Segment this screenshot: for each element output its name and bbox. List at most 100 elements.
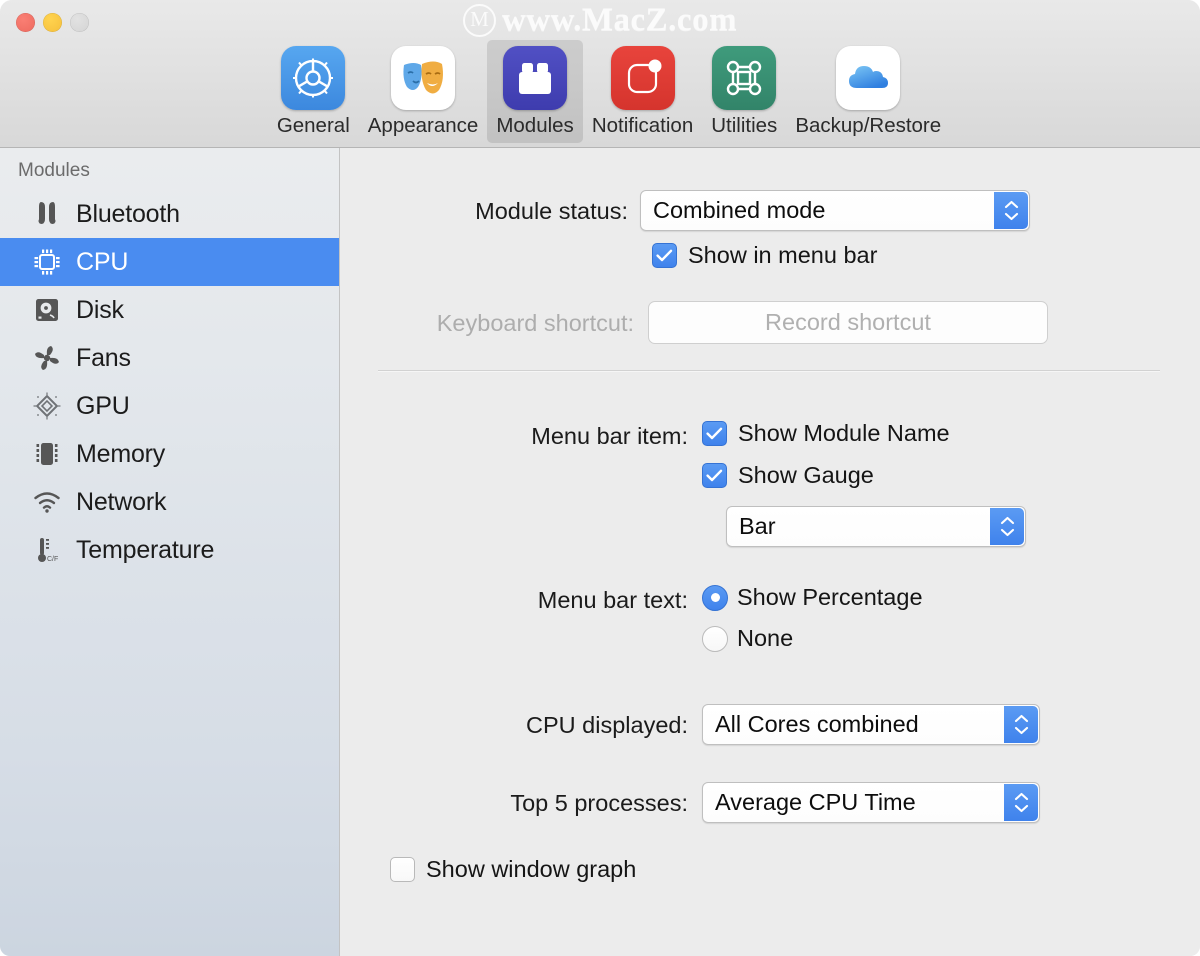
module-settings-panel: Module status: Combined mode Show in men… [340,148,1200,956]
show-module-name-label: Show Module Name [738,420,950,446]
sidebar-item-network[interactable]: Network [0,478,339,526]
sidebar-item-network-label: Network [76,487,167,516]
cpu-chip-icon [32,248,62,276]
tab-general[interactable]: General [268,40,359,143]
show-in-menu-bar-checkbox[interactable]: Show in menu bar [652,242,877,269]
show-module-name-checkbox[interactable]: Show Module Name [702,420,1026,447]
zoom-window-button[interactable] [70,13,89,32]
sidebar-item-temperature-label: Temperature [76,535,215,564]
minimize-window-button[interactable] [43,13,62,32]
tab-modules-label: Modules [496,114,574,137]
keyboard-shortcut-label: Keyboard shortcut: [436,310,634,336]
keyboard-shortcut-row: Keyboard shortcut: Record shortcut [340,301,1160,344]
checkmark-icon [652,243,677,268]
svg-text:C/F: C/F [47,556,58,563]
show-window-graph-row: Show window graph [390,856,636,883]
top-processes-select[interactable]: Average CPU Time [702,782,1040,823]
tab-modules[interactable]: Modules [487,40,583,143]
sidebar-item-disk[interactable]: Disk [0,286,339,334]
radio-show-percentage[interactable]: Show Percentage [702,584,923,611]
tab-backup-restore[interactable]: Backup/Restore [786,40,950,143]
show-window-graph-label: Show window graph [426,856,637,882]
cpu-displayed-row: CPU displayed: All Cores combined [340,704,1160,745]
toolbar-tabs: General Appearance Modules Notification … [0,40,1200,143]
tab-backup-restore-label: Backup/Restore [795,114,942,137]
radio-none[interactable]: None [702,625,923,652]
watermark-text: www.MacZ.com [501,2,738,38]
sidebar-item-gpu[interactable]: GPU [0,382,339,430]
module-status-row: Module status: Combined mode [340,190,1160,231]
thermometer-icon: C/F [32,536,62,564]
circled-m-logo-icon: M [462,4,496,37]
section-divider [378,370,1160,371]
menu-bar-text-label: Menu bar text: [537,587,688,613]
fan-blades-icon [32,344,62,372]
radio-none-label: None [737,625,794,651]
sidebar-item-cpu[interactable]: CPU [0,238,339,286]
cpu-displayed-stepper-icon[interactable] [1004,706,1038,743]
tab-utilities[interactable]: Utilities [702,40,786,143]
sidebar-item-fans[interactable]: Fans [0,334,339,382]
top-processes-value: Average CPU Time [715,789,916,815]
cpu-displayed-label: CPU displayed: [526,712,688,738]
top-processes-stepper-icon[interactable] [1004,784,1038,821]
sidebar-item-temperature[interactable]: C/F Temperature [0,526,339,574]
show-gauge-label: Show Gauge [738,462,874,488]
module-status-value: Combined mode [653,197,826,223]
sidebar-header: Modules [18,160,90,181]
tab-notification-label: Notification [591,114,694,137]
menu-bar-item-label: Menu bar item: [531,423,688,449]
modules-sidebar: Modules Bluetooth CPU Disk Fans GPU Memo… [0,148,340,956]
command-key-icon [712,46,777,110]
show-in-menu-bar-row: Show in menu bar [652,242,877,269]
menu-bar-item-row: Menu bar item: Show Module Name Show Gau… [340,420,1160,547]
radio-selected-icon [702,584,728,611]
wifi-icon [32,491,62,513]
notification-icon [610,46,675,110]
airpods-icon [32,201,62,227]
checkmark-icon [702,463,727,488]
preferences-window: M www.MacZ.com General Appearance Module… [0,0,1200,956]
sidebar-item-gpu-label: GPU [76,391,130,420]
modules-blocks-icon [503,46,568,110]
sidebar-item-bluetooth-label: Bluetooth [76,199,180,228]
radio-show-percentage-label: Show Percentage [737,584,923,610]
cpu-displayed-select[interactable]: All Cores combined [702,704,1040,745]
sidebar-item-memory[interactable]: Memory [0,430,339,478]
sidebar-item-memory-label: Memory [76,439,166,468]
show-in-menu-bar-label: Show in menu bar [688,242,878,268]
tab-notification[interactable]: Notification [583,40,702,143]
gauge-type-stepper-icon[interactable] [990,508,1024,545]
tab-utilities-label: Utilities [711,114,778,137]
tab-appearance-label: Appearance [367,114,479,137]
sidebar-item-disk-label: Disk [76,295,124,324]
tab-general-label: General [276,114,350,137]
sidebar-item-bluetooth[interactable]: Bluetooth [0,190,339,238]
show-gauge-checkbox[interactable]: Show Gauge [702,462,1026,489]
menu-bar-text-row: Menu bar text: Show Percentage None [340,584,1160,652]
gear-icon [281,46,346,110]
sidebar-item-fans-label: Fans [76,343,131,372]
checkmark-icon [702,421,727,446]
checkbox-empty-icon [390,857,415,882]
record-shortcut-field[interactable]: Record shortcut [648,301,1048,344]
record-shortcut-placeholder: Record shortcut [765,309,931,335]
window-body: Modules Bluetooth CPU Disk Fans GPU Memo… [0,148,1200,956]
module-status-label: Module status: [475,198,628,224]
hard-disk-icon [32,297,62,323]
cpu-displayed-value: All Cores combined [715,711,919,737]
gauge-type-select[interactable]: Bar [726,506,1026,547]
show-window-graph-checkbox[interactable]: Show window graph [390,856,636,883]
memory-stick-icon [32,440,62,468]
top-processes-row: Top 5 processes: Average CPU Time [340,782,1160,823]
gauge-type-value: Bar [739,513,776,539]
top-processes-label: Top 5 processes: [510,790,688,816]
tab-appearance[interactable]: Appearance [359,40,488,143]
theater-masks-icon [391,46,456,110]
watermark: M www.MacZ.com [0,2,1200,39]
close-window-button[interactable] [16,13,35,32]
module-status-select[interactable]: Combined mode [640,190,1030,231]
radio-unselected-icon [702,625,728,652]
module-status-stepper-icon[interactable] [994,192,1028,229]
gpu-diamond-icon [32,392,62,420]
